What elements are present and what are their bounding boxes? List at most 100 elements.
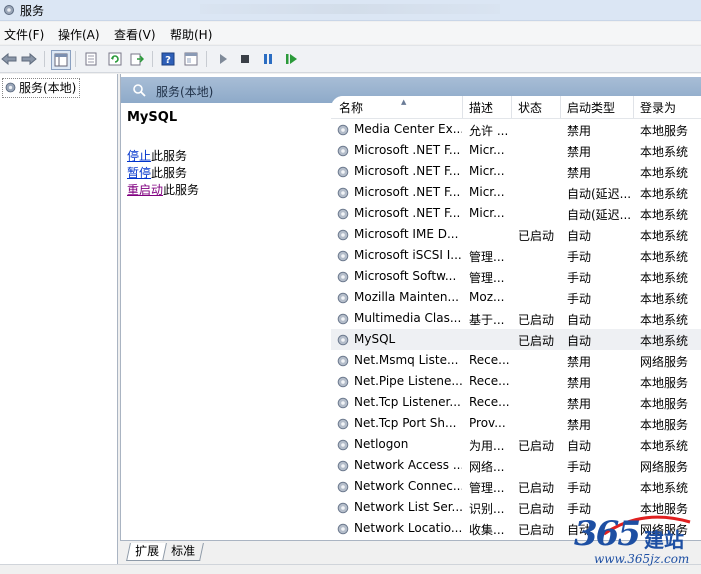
service-desc-cell: Rece... bbox=[469, 395, 510, 409]
export-icon[interactable] bbox=[128, 50, 146, 68]
service-row[interactable]: Network Access ... 网络... 手动 网络服务 bbox=[331, 455, 701, 476]
service-startup-cell: 禁用 bbox=[567, 145, 592, 159]
service-row[interactable]: Microsoft .NET F... Micr... 自动(延迟... 本地系统 bbox=[331, 203, 701, 224]
service-logon-cell: 本地服务 bbox=[640, 418, 689, 432]
service-desc-cell: Moz... bbox=[469, 290, 505, 304]
service-name-cell: Network Locatio... bbox=[336, 521, 462, 535]
service-name-cell: Microsoft .NET F... bbox=[336, 185, 462, 199]
service-desc-cell: Rece... bbox=[469, 353, 510, 367]
menu-help[interactable]: 帮助(H) bbox=[170, 26, 212, 43]
service-row[interactable]: Media Center Ex... 允许 ... 禁用 本地服务 bbox=[331, 119, 701, 140]
start-service-icon[interactable] bbox=[214, 50, 232, 68]
service-status-cell: 已启动 bbox=[518, 481, 555, 495]
service-status-cell: 已启动 bbox=[518, 334, 555, 348]
service-desc-cell: 管理... bbox=[469, 250, 505, 264]
service-logon-cell: 本地系统 bbox=[640, 145, 689, 159]
service-startup-cell: 禁用 bbox=[567, 397, 592, 411]
service-row[interactable]: Multimedia Clas... 基于... 已启动 自动 本地系统 bbox=[331, 308, 701, 329]
forward-icon[interactable] bbox=[20, 50, 38, 68]
refresh-icon[interactable] bbox=[106, 50, 124, 68]
service-logon-cell: 本地系统 bbox=[640, 229, 689, 243]
column-header-logon-as[interactable]: 登录为 bbox=[640, 99, 676, 116]
service-gear-icon bbox=[337, 502, 349, 514]
service-row[interactable]: Microsoft .NET F... Micr... 自动(延迟... 本地系统 bbox=[331, 182, 701, 203]
service-gear-icon bbox=[337, 145, 349, 157]
service-row[interactable]: MySQL 已启动 自动 本地系统 bbox=[331, 329, 701, 350]
service-gear-icon bbox=[337, 250, 349, 262]
properties-icon[interactable] bbox=[82, 50, 100, 68]
service-row[interactable]: Net.Pipe Listene... Rece... 禁用 本地服务 bbox=[331, 371, 701, 392]
menu-action[interactable]: 操作(A) bbox=[58, 26, 100, 43]
service-startup-cell: 自动 bbox=[567, 439, 592, 453]
service-desc-cell: Micr... bbox=[469, 143, 505, 157]
service-row[interactable]: Microsoft iSCSI I... 管理... 手动 本地系统 bbox=[331, 245, 701, 266]
service-row[interactable]: Microsoft .NET F... Micr... 禁用 本地系统 bbox=[331, 161, 701, 182]
column-header-name[interactable]: ▲ 名称 bbox=[339, 98, 406, 116]
action-restart: 重启动此服务 bbox=[127, 182, 199, 198]
service-gear-icon bbox=[337, 418, 349, 430]
service-row[interactable]: Microsoft .NET F... Micr... 禁用 本地系统 bbox=[331, 140, 701, 161]
watermark-url: www.365jz.com bbox=[594, 552, 690, 566]
selected-service-name: MySQL bbox=[127, 110, 178, 125]
column-divider[interactable] bbox=[560, 96, 561, 118]
service-row[interactable]: Microsoft Softw... 管理... 手动 本地系统 bbox=[331, 266, 701, 287]
service-name-cell: MySQL bbox=[336, 332, 462, 346]
menu-view[interactable]: 查看(V) bbox=[114, 26, 156, 43]
service-logon-cell: 本地系统 bbox=[640, 187, 689, 201]
service-startup-cell: 手动 bbox=[567, 292, 592, 306]
show-hide-icon[interactable] bbox=[182, 50, 200, 68]
stop-service-link[interactable]: 停止 bbox=[127, 149, 151, 163]
services-list: ▲ 名称 描述 状态 启动类型 登录为 Media Center Ex... 允许 … bbox=[331, 96, 701, 540]
console-tree-icon[interactable] bbox=[51, 50, 71, 70]
column-header-startup-type[interactable]: 启动类型 bbox=[567, 99, 615, 116]
resume-service-icon[interactable] bbox=[283, 50, 301, 68]
menu-file[interactable]: 文件(F) bbox=[4, 26, 44, 43]
service-desc-cell: Rece... bbox=[469, 374, 510, 388]
service-name-cell: Netlogon bbox=[336, 437, 462, 451]
service-logon-cell: 本地系统 bbox=[640, 481, 689, 495]
service-row[interactable]: Net.Tcp Listener... Rece... 禁用 本地服务 bbox=[331, 392, 701, 413]
service-gear-icon bbox=[337, 166, 349, 178]
tab-standard[interactable]: 标准 bbox=[162, 543, 204, 561]
service-name-cell: Net.Pipe Listene... bbox=[336, 374, 462, 388]
pause-service-icon[interactable] bbox=[259, 50, 277, 68]
action-stop: 停止此服务 bbox=[127, 148, 187, 164]
service-name-cell: Mozilla Mainten... bbox=[336, 290, 462, 304]
column-divider[interactable] bbox=[511, 96, 512, 118]
service-desc-cell: Micr... bbox=[469, 206, 505, 220]
service-startup-cell: 自动(延迟... bbox=[567, 208, 632, 222]
toolbar-separator bbox=[44, 51, 45, 67]
column-header-status[interactable]: 状态 bbox=[518, 99, 542, 116]
service-startup-cell: 禁用 bbox=[567, 124, 592, 138]
service-gear-icon bbox=[337, 292, 349, 304]
pause-service-link[interactable]: 暂停 bbox=[127, 166, 151, 180]
action-suffix: 此服务 bbox=[163, 183, 200, 197]
column-header-description[interactable]: 描述 bbox=[469, 99, 493, 116]
stop-service-icon[interactable] bbox=[236, 50, 254, 68]
toolbar-separator bbox=[206, 51, 207, 67]
service-row[interactable]: Mozilla Mainten... Moz... 手动 本地系统 bbox=[331, 287, 701, 308]
service-gear-icon bbox=[337, 229, 349, 241]
column-divider[interactable] bbox=[633, 96, 634, 118]
service-name-cell: Microsoft .NET F... bbox=[336, 164, 462, 178]
service-row[interactable]: Netlogon 为用... 已启动 自动 本地系统 bbox=[331, 434, 701, 455]
service-name-cell: Net.Tcp Port Sh... bbox=[336, 416, 462, 430]
service-row[interactable]: Microsoft IME D... 已启动 自动 本地系统 bbox=[331, 224, 701, 245]
tree-node-services-local[interactable]: 服务(本地) bbox=[2, 78, 81, 98]
column-divider[interactable] bbox=[462, 96, 463, 118]
help-icon[interactable]: ? bbox=[159, 50, 177, 68]
services-gear-icon bbox=[5, 82, 16, 93]
service-row[interactable]: Network Connec... 管理... 已启动 手动 本地系统 bbox=[331, 476, 701, 497]
service-logon-cell: 本地服务 bbox=[640, 376, 689, 390]
service-status-cell: 已启动 bbox=[518, 523, 555, 537]
back-icon[interactable] bbox=[0, 50, 18, 68]
service-startup-cell: 自动 bbox=[567, 313, 592, 327]
restart-service-link[interactable]: 重启动 bbox=[127, 183, 163, 197]
service-row[interactable]: Net.Tcp Port Sh... Prov... 禁用 本地服务 bbox=[331, 413, 701, 434]
service-row[interactable]: Net.Msmq Liste... Rece... 禁用 网络服务 bbox=[331, 350, 701, 371]
console-tree-pane: 服务(本地) bbox=[0, 74, 118, 564]
service-status-cell: 已启动 bbox=[518, 229, 555, 243]
service-logon-cell: 本地服务 bbox=[640, 397, 689, 411]
service-startup-cell: 禁用 bbox=[567, 355, 592, 369]
service-desc-cell: 网络... bbox=[469, 460, 505, 474]
